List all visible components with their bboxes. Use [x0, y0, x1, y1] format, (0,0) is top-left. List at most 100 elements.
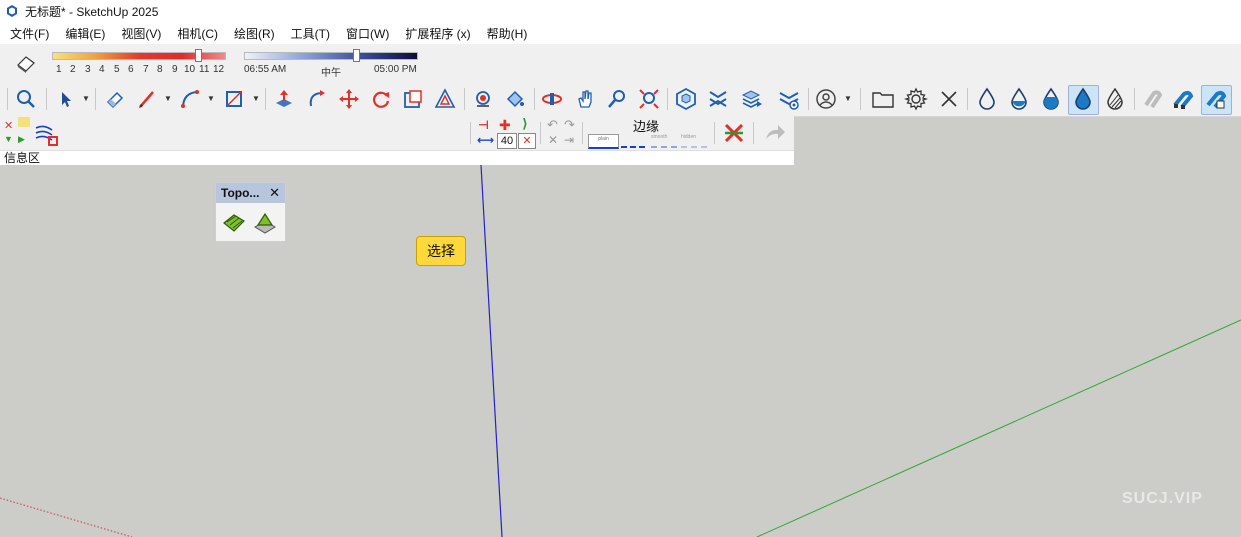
rectangle-icon[interactable]: [222, 87, 246, 111]
water-drop-mostly-icon[interactable]: [1039, 87, 1063, 111]
plus-red-icon[interactable]: ✚: [499, 117, 511, 134]
menu-help[interactable]: 帮助(H): [477, 25, 534, 42]
delete-green-icon[interactable]: [722, 121, 746, 145]
divider: [1134, 88, 1135, 110]
edge-style-plain[interactable]: plain: [588, 134, 619, 149]
end-icon[interactable]: ⇥: [564, 133, 574, 147]
main-toolbar: ▼ ▼ ▼ ▼ ▼: [0, 82, 1241, 117]
select-button[interactable]: 选择: [416, 236, 466, 266]
divider: [540, 122, 541, 144]
layers-send-icon[interactable]: [740, 87, 764, 111]
select-arrow-icon[interactable]: [54, 87, 78, 111]
month-tick: 3: [85, 64, 91, 75]
water-drop-empty-icon[interactable]: [975, 87, 999, 111]
magnet-disabled-icon: [1140, 87, 1164, 111]
redo-icon[interactable]: ↷: [564, 117, 575, 133]
double-arrow-icon[interactable]: ⟷: [477, 133, 494, 147]
gear-icon[interactable]: [904, 87, 928, 111]
arc-icon[interactable]: [178, 87, 202, 111]
divider: [667, 88, 668, 110]
menu-edit[interactable]: 编辑(E): [55, 25, 111, 42]
close-icon[interactable]: [937, 87, 961, 111]
terrain-mesh-icon[interactable]: [222, 211, 246, 235]
time-slider-thumb[interactable]: [353, 49, 360, 62]
pencil-line-icon[interactable]: [135, 87, 159, 111]
eraser-icon[interactable]: [103, 87, 127, 111]
menu-draw[interactable]: 绘图(R): [224, 25, 281, 42]
divider: [470, 122, 471, 144]
menu-camera[interactable]: 相机(C): [167, 25, 224, 42]
chevron-down-icon[interactable]: ▼: [844, 94, 852, 103]
push-pull-icon[interactable]: [272, 87, 296, 111]
move-icon[interactable]: [337, 87, 361, 111]
menu-extensions[interactable]: 扩展程序 (x): [395, 25, 476, 42]
clear-icon[interactable]: ✕: [548, 133, 558, 147]
curve-green-icon[interactable]: ⟩: [522, 116, 528, 132]
edge-style-smooth[interactable]: smooth: [651, 134, 677, 148]
menu-window[interactable]: 窗口(W): [336, 25, 395, 42]
close-icon[interactable]: ✕: [269, 183, 280, 203]
month-tick: 8: [157, 64, 163, 75]
menu-tools[interactable]: 工具(T): [281, 25, 336, 42]
blue-axis: [480, 164, 503, 537]
month-tick: 10: [184, 64, 196, 75]
position-camera-icon[interactable]: [471, 87, 495, 111]
chevron-down-icon[interactable]: ▼: [82, 94, 90, 103]
down-triangle-icon[interactable]: ▼: [4, 134, 13, 144]
divider: [46, 88, 47, 110]
time-slider[interactable]: [244, 52, 418, 60]
month-tick: 5: [114, 64, 120, 75]
water-drop-full-icon[interactable]: [1071, 87, 1095, 111]
edge-style-hidden[interactable]: hidden: [681, 134, 707, 148]
chevron-down-icon[interactable]: ▼: [164, 94, 172, 103]
undo-icon[interactable]: ↶: [547, 117, 558, 133]
shadow-toggle-icon[interactable]: [14, 51, 38, 75]
contour-lines-icon[interactable]: [34, 122, 58, 146]
time-start-label: 06:55 AM: [244, 64, 287, 75]
follow-me-icon[interactable]: [305, 87, 329, 111]
zoom-extents-icon[interactable]: [637, 87, 661, 111]
magnet-active-icon[interactable]: [1204, 87, 1228, 111]
zoom-search-icon[interactable]: [14, 87, 38, 111]
water-drop-hatched-icon[interactable]: [1103, 87, 1127, 111]
divider: [582, 122, 583, 144]
chevron-down-icon[interactable]: ▼: [252, 94, 260, 103]
divider: [464, 88, 465, 110]
info-label: 信息区: [4, 151, 41, 165]
topo-panel-title: Topo...: [221, 186, 260, 200]
warehouse-icon[interactable]: [674, 87, 698, 111]
dash-icon[interactable]: [18, 117, 30, 127]
magnet-icon[interactable]: [1171, 87, 1195, 111]
extension-manager-icon[interactable]: [777, 87, 801, 111]
window-title: 无标题* - SketchUp 2025: [25, 4, 159, 19]
terrain-tent-icon[interactable]: [253, 211, 277, 235]
pan-hand-icon[interactable]: [573, 87, 597, 111]
menu-file[interactable]: 文件(F): [0, 25, 55, 42]
extension-warehouse-icon[interactable]: [706, 87, 730, 111]
divider: [534, 88, 535, 110]
edge-label: 边缘: [633, 119, 660, 134]
menu-view[interactable]: 视图(V): [111, 25, 167, 42]
edge-style-dashed[interactable]: [621, 134, 645, 148]
stitch-value-field[interactable]: 40: [497, 133, 517, 149]
delete-mark-icon[interactable]: ✕: [4, 119, 13, 132]
offset-icon[interactable]: [433, 87, 457, 111]
scale-icon[interactable]: [401, 87, 425, 111]
cross-line-icon[interactable]: ✕: [518, 133, 536, 149]
orbit-icon[interactable]: [540, 87, 564, 111]
paint-bucket-icon[interactable]: [503, 87, 527, 111]
play-icon[interactable]: ▶: [18, 134, 25, 145]
rotate-icon[interactable]: [369, 87, 393, 111]
water-drop-half-icon[interactable]: [1007, 87, 1031, 111]
month-tick: 1: [56, 64, 62, 75]
divider: [753, 122, 754, 144]
chevron-down-icon[interactable]: ▼: [207, 94, 215, 103]
topo-panel-header[interactable]: Topo... ✕: [216, 183, 285, 203]
folder-icon[interactable]: [871, 87, 895, 111]
zoom-icon[interactable]: [605, 87, 629, 111]
divider: [714, 122, 715, 144]
month-slider-thumb[interactable]: [195, 49, 202, 62]
account-icon[interactable]: [814, 87, 838, 111]
minus-red-icon[interactable]: ⊣: [478, 118, 489, 132]
shadows-toolbar: 1 2 3 4 5 6 7 8 9 10 11 12 06:55 AM 中午 0…: [0, 44, 1241, 83]
